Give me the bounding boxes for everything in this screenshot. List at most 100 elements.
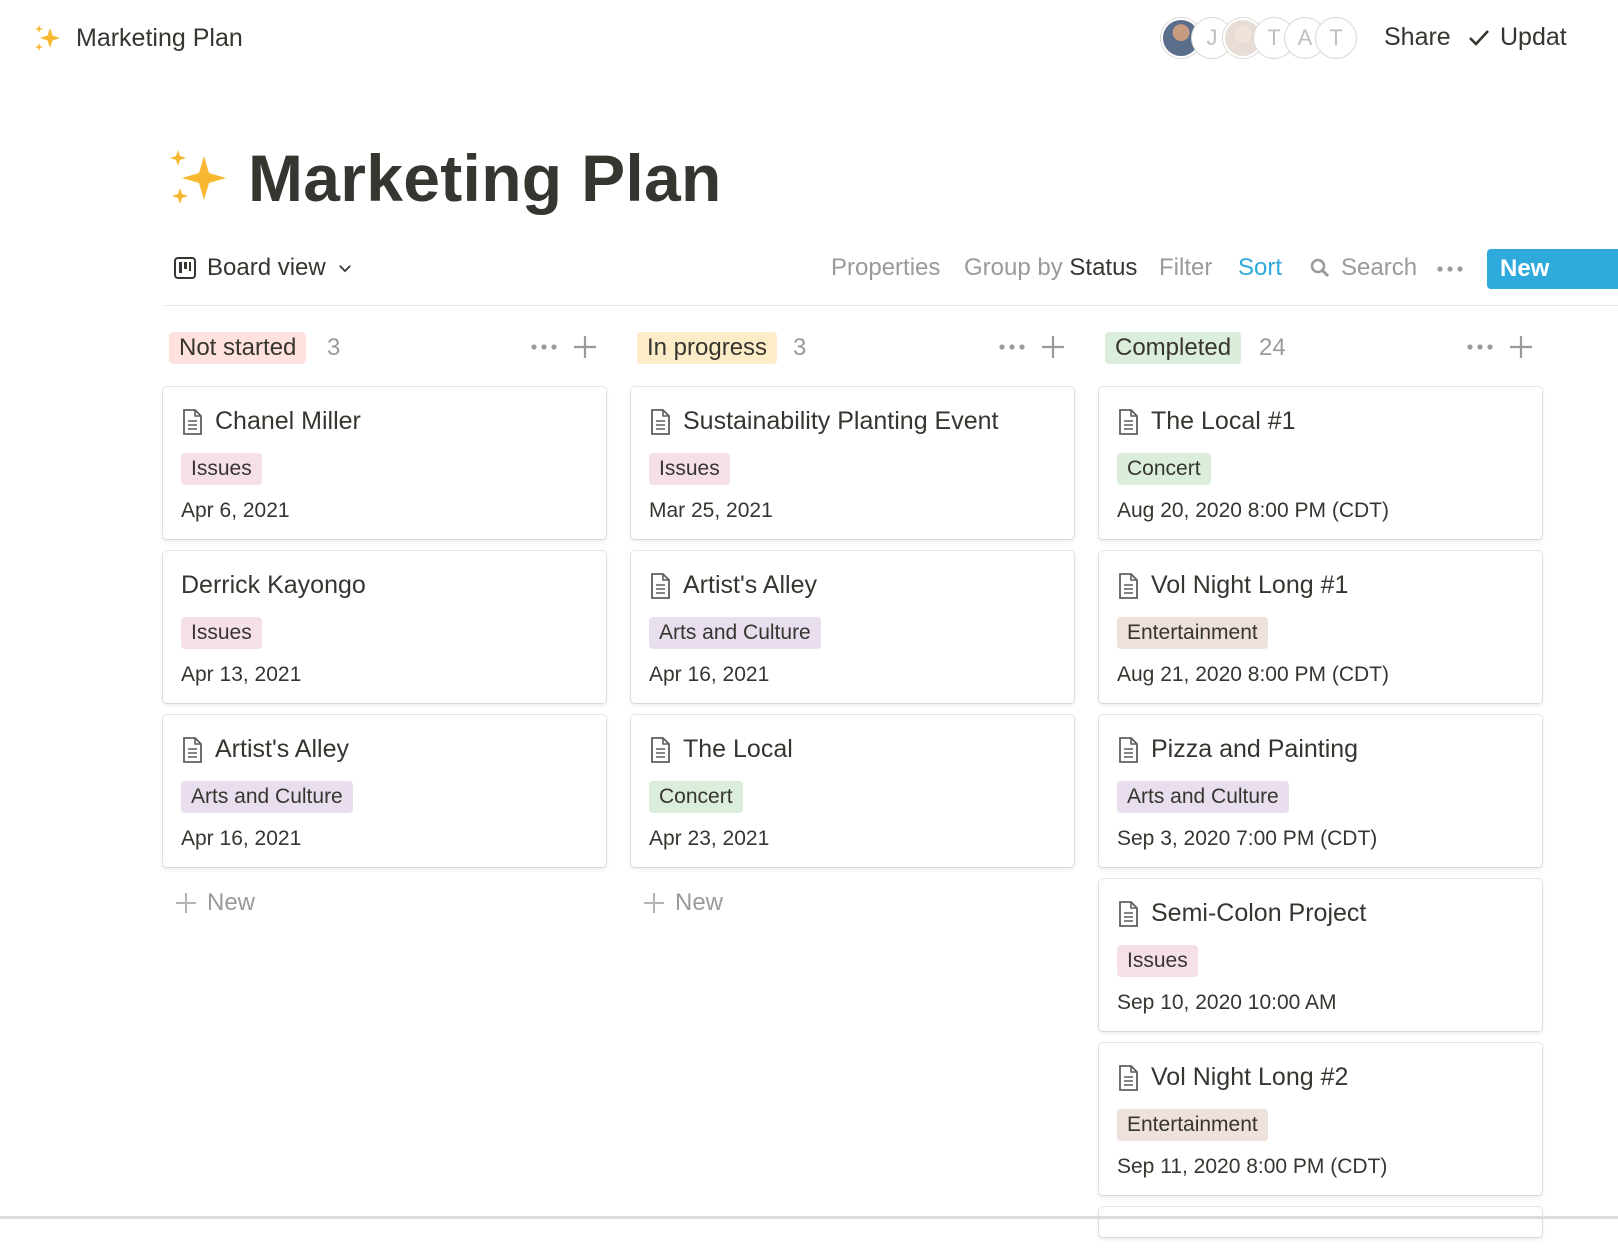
card-date: Sep 3, 2020 7:00 PM (CDT): [1117, 827, 1378, 850]
page-header: Marketing Plan: [166, 140, 722, 216]
card-date: Sep 11, 2020 8:00 PM (CDT): [1117, 1155, 1388, 1178]
properties-button[interactable]: Properties: [831, 254, 940, 282]
sparkles-icon[interactable]: [166, 146, 230, 210]
card-title-text: The Local #1: [1151, 407, 1296, 435]
status-badge[interactable]: Completed: [1105, 332, 1242, 364]
page-icon: [1119, 408, 1138, 435]
card-date: Apr 23, 2021: [649, 827, 770, 850]
category-tag: Issues: [1117, 945, 1198, 977]
view-label: Board view: [207, 254, 326, 281]
plus-icon: [644, 893, 664, 913]
board-card[interactable]: Chanel Miller Issues Apr 6, 2021: [163, 387, 606, 539]
column-header: In progress 3: [631, 332, 1074, 364]
breadcrumb[interactable]: Marketing Plan: [32, 22, 243, 54]
category-tag: Arts and Culture: [1117, 781, 1289, 813]
card-date: Apr 16, 2021: [649, 663, 770, 686]
board-column: Completed 24 The Local #1 Concert Aug 20, 20…: [1099, 332, 1542, 1237]
page-title[interactable]: Marketing Plan: [248, 140, 722, 216]
add-new-label: New: [675, 889, 724, 916]
updates-button[interactable]: Updat: [1466, 23, 1567, 52]
board-card[interactable]: Semi-Colon Project Issues Sep 10, 2020 10:…: [1099, 879, 1542, 1031]
card-title: Artist's Alley: [649, 571, 817, 600]
category-tag: Concert: [1117, 453, 1211, 485]
top-bar: Marketing Plan J T A T Share Updat: [0, 0, 1618, 78]
board-card[interactable]: Sustainability Planting Event Issues Mar 2…: [631, 387, 1074, 539]
page-icon: [183, 408, 202, 435]
category-tag: Arts and Culture: [649, 617, 821, 649]
column-count: 3: [327, 334, 341, 361]
group-by-button[interactable]: Group by Status: [964, 254, 1137, 282]
card-title-text: Artist's Alley: [215, 735, 349, 763]
column-count: 3: [793, 334, 807, 361]
category-tag: Entertainment: [1117, 1109, 1268, 1141]
more-options-icon[interactable]: [1466, 340, 1494, 354]
column-header: Completed 24: [1099, 332, 1542, 364]
card-title: Derrick Kayongo: [181, 571, 366, 600]
category-tag: Arts and Culture: [181, 781, 353, 813]
group-by-label: Group by: [964, 254, 1063, 281]
card-title-text: Chanel Miller: [215, 407, 361, 435]
card-title: Sustainability Planting Event: [649, 407, 998, 436]
card-title-text: Pizza and Painting: [1151, 735, 1359, 763]
board-column: In progress 3 Sustainability Planting Even…: [631, 332, 1074, 916]
card-title-text: Sustainability Planting Event: [683, 407, 999, 435]
board-card[interactable]: [1099, 1207, 1542, 1237]
checkmark-icon: [1469, 29, 1489, 46]
status-badge[interactable]: In progress: [637, 332, 778, 364]
search-icon: [1310, 258, 1330, 278]
avatar[interactable]: T: [1316, 18, 1356, 58]
updates-label: Updat: [1500, 23, 1567, 51]
add-card-icon[interactable]: [1508, 334, 1534, 360]
card-title: The Local: [649, 735, 793, 764]
card-date: Apr 13, 2021: [181, 663, 302, 686]
database-toolbar: Board view Properties Group by Status Fi…: [163, 240, 1618, 306]
divider: [0, 1216, 1618, 1219]
card-title-text: Semi-Colon Project: [1151, 899, 1367, 927]
add-card-icon[interactable]: [1040, 334, 1066, 360]
board-card[interactable]: Derrick Kayongo Issues Apr 13, 2021: [163, 551, 606, 703]
card-title: Artist's Alley: [181, 735, 349, 764]
board-card[interactable]: Vol Night Long #1 Entertainment Aug 21, 20…: [1099, 551, 1542, 703]
add-card-icon[interactable]: [572, 334, 598, 360]
add-new-label: New: [207, 889, 256, 916]
status-badge[interactable]: Not started: [169, 332, 307, 364]
collaborator-avatars[interactable]: J T A T: [1161, 18, 1356, 58]
new-button[interactable]: New: [1487, 249, 1618, 289]
more-options-icon[interactable]: [530, 340, 558, 354]
board-card[interactable]: Pizza and Painting Arts and Culture Sep 3,…: [1099, 715, 1542, 867]
sort-button[interactable]: Sort: [1238, 254, 1282, 282]
add-new-button[interactable]: New: [643, 889, 723, 917]
board-card[interactable]: The Local #1 Concert Aug 20, 2020 8:00 PM …: [1099, 387, 1542, 539]
board-card[interactable]: Vol Night Long #2 Entertainment Sep 11, 20…: [1099, 1043, 1542, 1195]
column-count: 24: [1259, 334, 1286, 361]
page-icon: [651, 408, 670, 435]
card-title-text: Derrick Kayongo: [181, 571, 366, 599]
page-icon: [1119, 572, 1138, 599]
category-tag: Issues: [649, 453, 730, 485]
group-by-value: Status: [1069, 254, 1138, 281]
add-new-button[interactable]: New: [175, 889, 255, 917]
card-date: Sep 10, 2020 10:00 AM: [1117, 991, 1337, 1014]
card-date: Aug 21, 2020 8:00 PM (CDT): [1117, 663, 1389, 686]
search-label: Search: [1341, 254, 1418, 281]
board-card[interactable]: Artist's Alley Arts and Culture Apr 16, 20…: [631, 551, 1074, 703]
more-options-icon[interactable]: [1435, 254, 1465, 284]
page-icon: [1119, 1064, 1138, 1091]
plus-icon: [176, 893, 196, 913]
search-button[interactable]: Search: [1309, 254, 1417, 282]
view-switcher[interactable]: Board view: [173, 254, 354, 282]
breadcrumb-label: Marketing Plan: [76, 23, 243, 52]
page-icon: [1119, 736, 1138, 763]
filter-button[interactable]: Filter: [1159, 254, 1212, 282]
more-options-icon[interactable]: [998, 340, 1026, 354]
card-title-text: Artist's Alley: [683, 571, 817, 599]
column-header: Not started 3: [163, 332, 606, 364]
card-title-text: The Local: [683, 735, 793, 763]
card-title: Pizza and Painting: [1117, 735, 1358, 764]
board-card[interactable]: The Local Concert Apr 23, 2021: [631, 715, 1074, 867]
chevron-down-icon: [338, 265, 351, 273]
board-card[interactable]: Artist's Alley Arts and Culture Apr 16, 20…: [163, 715, 606, 867]
card-title-text: Vol Night Long #2: [1151, 1063, 1349, 1091]
share-button[interactable]: Share: [1384, 23, 1451, 52]
page-icon: [651, 572, 670, 599]
